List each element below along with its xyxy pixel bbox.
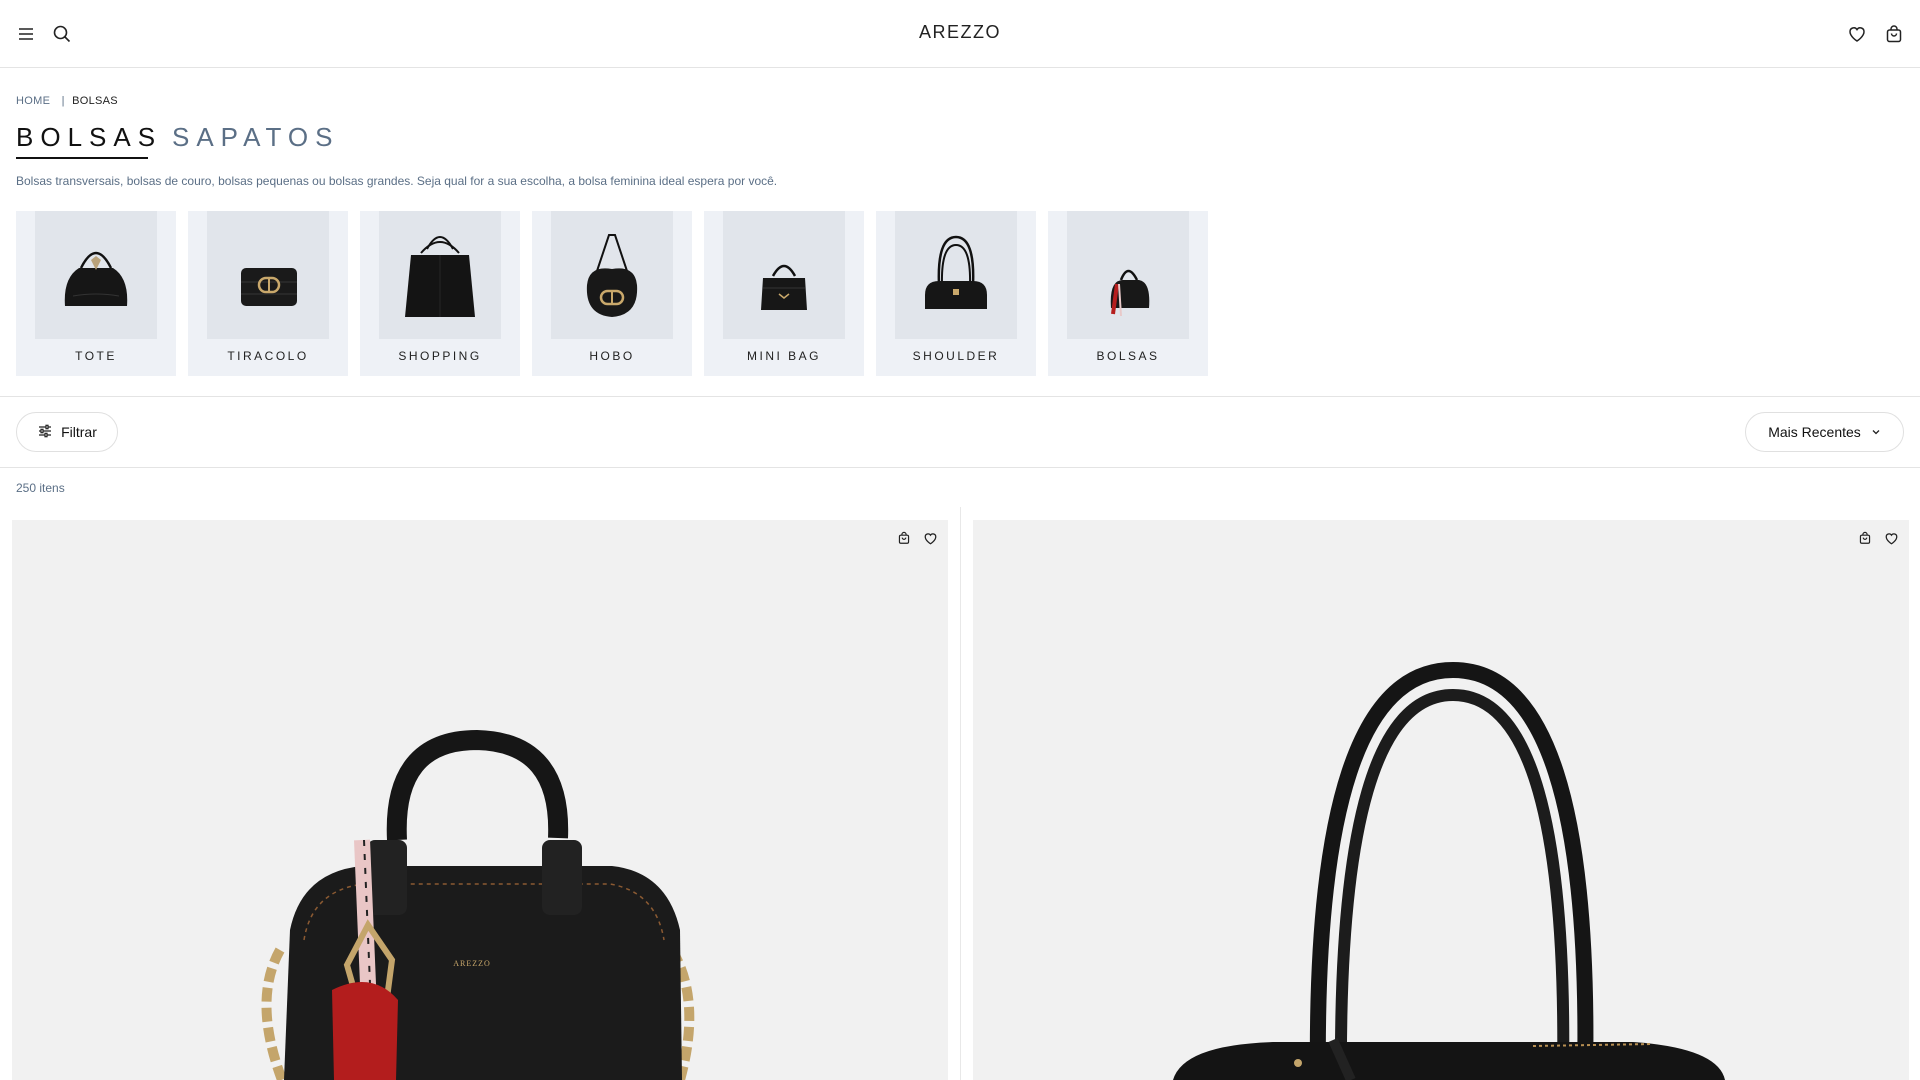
filter-button[interactable]: Filtrar xyxy=(16,412,118,452)
brand-logo[interactable]: AREZZO xyxy=(0,22,1920,43)
wishlist-heart-icon[interactable] xyxy=(920,528,940,548)
product-actions xyxy=(1855,528,1901,548)
category-image-bolsas xyxy=(1067,211,1189,339)
search-icon[interactable] xyxy=(50,22,74,46)
add-to-bag-icon[interactable] xyxy=(894,528,914,548)
category-card-tote[interactable]: TOTE xyxy=(16,211,176,376)
heart-icon[interactable] xyxy=(1845,22,1869,46)
category-card-shopping[interactable]: SHOPPING xyxy=(360,211,520,376)
category-label: SHOULDER xyxy=(912,349,1000,363)
add-to-bag-icon[interactable] xyxy=(1855,528,1875,548)
site-header: AREZZO xyxy=(0,0,1920,68)
section-divider xyxy=(0,467,1920,468)
category-image-mini-bag xyxy=(723,211,845,339)
category-image-shopping xyxy=(379,211,501,339)
tab-sapatos[interactable]: SAPATOS xyxy=(172,122,340,153)
category-label: TIRACOLO xyxy=(227,349,309,363)
category-image-tote xyxy=(35,211,157,339)
category-image-hobo xyxy=(551,211,673,339)
product-image: AREZZO xyxy=(261,729,695,1080)
breadcrumb-current: BOLSAS xyxy=(72,95,118,107)
category-label: MINI BAG xyxy=(746,349,821,363)
breadcrumb-separator: | xyxy=(61,95,65,107)
category-card-hobo[interactable]: HOBO xyxy=(532,211,692,376)
filter-label: Filtrar xyxy=(61,424,97,440)
chevron-down-icon xyxy=(1871,424,1881,440)
category-label: HOBO xyxy=(589,349,635,363)
results-count: 250 itens xyxy=(16,481,65,495)
bag-icon[interactable] xyxy=(1882,22,1906,46)
product-card[interactable]: AREZZO xyxy=(12,520,948,1080)
sliders-icon xyxy=(37,423,53,442)
category-card-mini-bag[interactable]: MINI BAG xyxy=(704,211,864,376)
category-label: TOTE xyxy=(75,349,117,363)
category-card-tiracolo[interactable]: TIRACOLO xyxy=(188,211,348,376)
wishlist-heart-icon[interactable] xyxy=(1881,528,1901,548)
breadcrumb-home-link[interactable]: HOME xyxy=(16,95,50,107)
bag-brand-text: AREZZO xyxy=(453,959,491,968)
product-image xyxy=(1173,661,1725,1080)
category-label: SHOPPING xyxy=(398,349,482,363)
menu-icon[interactable] xyxy=(14,22,38,46)
section-divider xyxy=(0,396,1920,397)
breadcrumb: HOME | BOLSAS xyxy=(16,95,118,107)
sort-label: Mais Recentes xyxy=(1768,424,1861,440)
tab-bolsas[interactable]: BOLSAS xyxy=(16,122,162,153)
active-tab-indicator xyxy=(16,157,148,159)
sort-dropdown[interactable]: Mais Recentes xyxy=(1745,412,1904,452)
product-card[interactable] xyxy=(973,520,1909,1080)
product-actions xyxy=(894,528,940,548)
category-card-shoulder[interactable]: SHOULDER xyxy=(876,211,1036,376)
category-label: BOLSAS xyxy=(1096,349,1160,363)
category-image-shoulder xyxy=(895,211,1017,339)
category-card-bolsas[interactable]: BOLSAS xyxy=(1048,211,1208,376)
column-divider xyxy=(960,507,961,1080)
category-description: Bolsas transversais, bolsas de couro, bo… xyxy=(16,174,778,188)
category-image-tiracolo xyxy=(207,211,329,339)
